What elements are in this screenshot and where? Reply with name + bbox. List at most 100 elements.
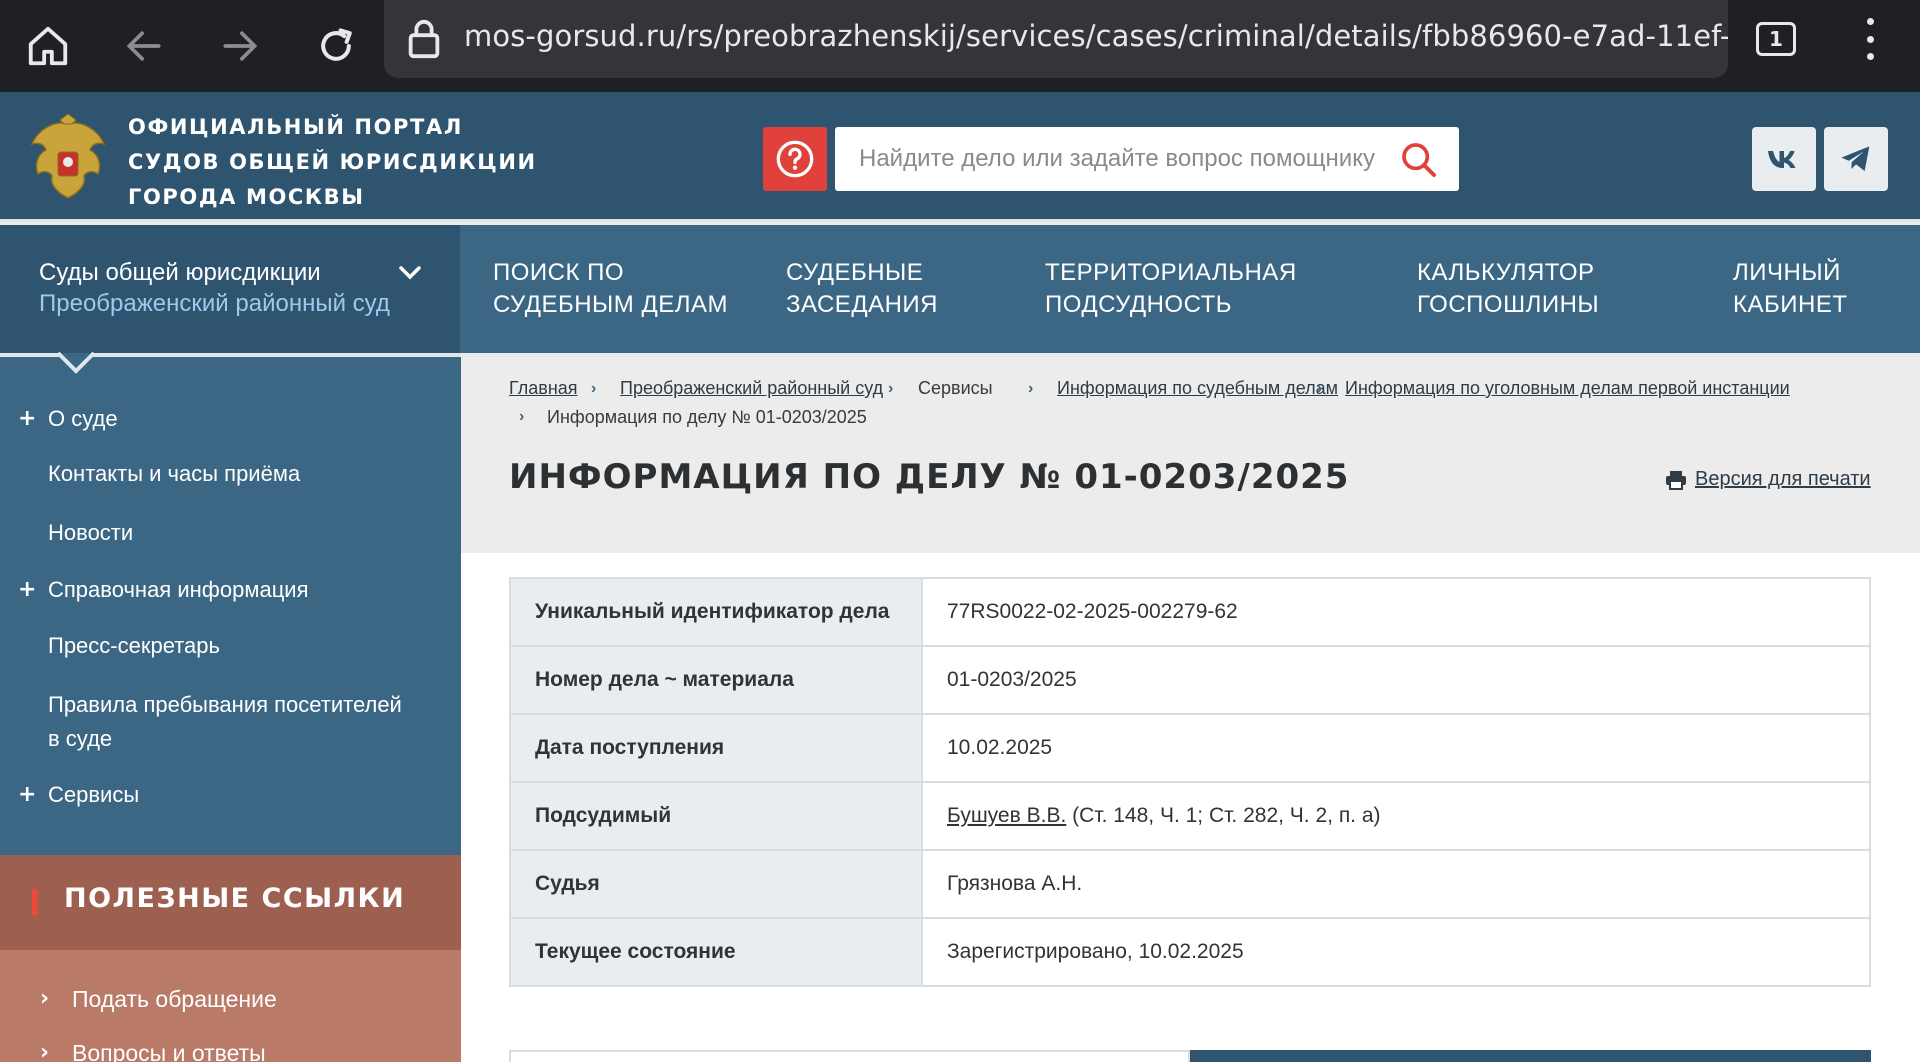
printer-icon	[1666, 470, 1686, 490]
home-icon[interactable]	[12, 10, 84, 82]
useful-links-header: ПОЛЕЗНЫЕ ССЫЛКИ	[0, 855, 461, 950]
accent-bar	[32, 889, 38, 915]
table-row: Номер дела ~ материала 01-0203/2025	[509, 645, 1871, 715]
content-tab[interactable]	[509, 1050, 1190, 1062]
sidebar-item-press[interactable]: Пресс-секретарь	[48, 629, 220, 663]
main-content: Главная › Преображенский районный суд › …	[461, 353, 1920, 1062]
case-field-label: Дата поступления	[509, 713, 923, 783]
nav-label: ЗАСЕДАНИЯ	[786, 291, 938, 318]
case-field-label: Подсудимый	[509, 781, 923, 851]
defendant-link[interactable]: Бушуев В.В.	[947, 804, 1066, 827]
case-field-label: Номер дела ~ материала	[509, 645, 923, 715]
table-row: Подсудимый Бушуев В.В. (Ст. 148, Ч. 1; С…	[509, 781, 1871, 851]
breadcrumb-court[interactable]: Преображенский районный суд	[620, 373, 883, 403]
url-text: mos-gorsud.ru/rs/preobrazhenskij/service…	[464, 19, 1728, 53]
breadcrumb-current: Информация по делу № 01-0203/2025	[547, 407, 867, 427]
court-selector-label: Суды общей юрисдикции	[39, 259, 321, 286]
chevron-right-icon: ›	[40, 1040, 50, 1062]
chevron-down-icon[interactable]	[398, 265, 422, 285]
case-field-label: Судья	[509, 849, 923, 919]
case-field-value: 10.02.2025	[921, 713, 1871, 783]
sidebar-item-visitor-rules-line2[interactable]: в суде	[48, 722, 112, 756]
link-submit-appeal[interactable]: Подать обращение	[72, 986, 277, 1013]
portal-title[interactable]: ОФИЦИАЛЬНЫЙ ПОРТАЛ СУДОВ ОБЩЕЙ ЮРИСДИКЦИ…	[128, 110, 537, 215]
sidebar-item-services[interactable]: Сервисы	[48, 778, 139, 812]
court-selector-value: Преображенский районный суд	[39, 290, 390, 317]
more-menu-icon[interactable]	[1858, 18, 1882, 60]
lock-icon	[406, 18, 442, 64]
court-selector[interactable]: Суды общей юрисдикции Преображенский рай…	[0, 225, 460, 353]
reload-icon[interactable]	[300, 10, 372, 82]
portal-title-line: ГОРОДА МОСКВЫ	[128, 185, 365, 209]
portal-title-line: СУДОВ ОБЩЕЙ ЮРИСДИКЦИИ	[128, 150, 537, 174]
table-row: Судья Грязнова А.Н.	[509, 849, 1871, 919]
case-field-value: Бушуев В.В. (Ст. 148, Ч. 1; Ст. 282, Ч. …	[921, 781, 1871, 851]
table-row: Текущее состояние Зарегистрировано, 10.0…	[509, 917, 1871, 987]
chevron-right-icon: ›	[40, 986, 50, 1011]
case-field-value: 01-0203/2025	[921, 645, 1871, 715]
sidebar-item-reference[interactable]: Справочная информация	[48, 573, 309, 607]
nav-fee-calculator[interactable]: КАЛЬКУЛЯТОР ГОСПОШЛИНЫ	[1417, 257, 1599, 321]
nav-jurisdiction[interactable]: ТЕРРИТОРИАЛЬНАЯ ПОДСУДНОСТЬ	[1045, 257, 1297, 321]
nav-label: СУДЕБНЫМ ДЕЛАМ	[493, 291, 728, 318]
nav-label: ПОДСУДНОСТЬ	[1045, 291, 1233, 318]
nav-case-search[interactable]: ПОИСК ПО СУДЕБНЫМ ДЕЛАМ	[493, 257, 728, 321]
expand-plus-icon[interactable]: +	[18, 778, 36, 812]
coat-of-arms-logo[interactable]	[24, 113, 112, 208]
telegram-icon	[1841, 146, 1870, 171]
forward-arrow-icon[interactable]	[204, 10, 276, 82]
breadcrumb-criminal-cases[interactable]: Информация по уголовным делам первой инс…	[1345, 373, 1790, 403]
breadcrumb-case-info[interactable]: Информация по судебным делам	[1057, 373, 1338, 403]
page-title: ИНФОРМАЦИЯ ПО ДЕЛУ № 01-0203/2025	[509, 457, 1350, 497]
chevron-right-icon: ›	[888, 380, 894, 397]
telegram-button[interactable]	[1824, 127, 1888, 191]
defendant-articles: (Ст. 148, Ч. 1; Ст. 282, Ч. 2, п. а)	[1066, 804, 1381, 827]
nav-label: ЛИЧНЫЙ	[1733, 259, 1841, 286]
case-field-value: Грязнова А.Н.	[921, 849, 1871, 919]
tab-switcher-button[interactable]: 1	[1756, 22, 1796, 56]
case-field-label: Текущее состояние	[509, 917, 923, 987]
table-row: Уникальный идентификатор дела 77RS0022-0…	[509, 577, 1871, 647]
case-field-value: 77RS0022-02-2025-002279-62	[921, 577, 1871, 647]
portal-title-line: ОФИЦИАЛЬНЫЙ ПОРТАЛ	[128, 115, 463, 139]
nav-personal-account[interactable]: ЛИЧНЫЙ КАБИНЕТ	[1733, 257, 1848, 321]
chevron-right-icon: ›	[1028, 380, 1034, 397]
chevron-right-icon: ›	[519, 408, 525, 425]
back-arrow-icon[interactable]	[108, 10, 180, 82]
question-icon	[776, 140, 814, 178]
content-tab[interactable]	[1190, 1050, 1871, 1062]
main-navigation: Суды общей юрисдикции Преображенский рай…	[0, 225, 1920, 353]
sidebar-item-news[interactable]: Новости	[48, 516, 133, 550]
table-row: Дата поступления 10.02.2025	[509, 713, 1871, 783]
nav-label: ПОИСК ПО	[493, 259, 625, 286]
page-header-area: Главная › Преображенский районный суд › …	[461, 353, 1920, 553]
chevron-right-icon: ›	[1317, 380, 1323, 397]
vk-icon	[1768, 151, 1796, 168]
address-bar[interactable]: mos-gorsud.ru/rs/preobrazhenskij/service…	[384, 0, 1728, 78]
nav-court-sessions[interactable]: СУДЕБНЫЕ ЗАСЕДАНИЯ	[786, 257, 938, 321]
sidebar-item-contacts[interactable]: Контакты и часы приёма	[48, 457, 300, 491]
expand-plus-icon[interactable]: +	[18, 402, 36, 436]
breadcrumb-services: Сервисы	[918, 378, 993, 398]
vk-button[interactable]	[1752, 127, 1816, 191]
site-header: ОФИЦИАЛЬНЫЙ ПОРТАЛ СУДОВ ОБЩЕЙ ЮРИСДИКЦИ…	[0, 92, 1920, 222]
help-assistant-button[interactable]	[763, 127, 827, 191]
useful-links-title: ПОЛЕЗНЫЕ ССЫЛКИ	[64, 883, 406, 914]
nav-label: ТЕРРИТОРИАЛЬНАЯ	[1045, 259, 1297, 286]
sidebar: + О суде Контакты и часы приёма Новости …	[0, 357, 461, 855]
link-faq[interactable]: Вопросы и ответы	[72, 1040, 266, 1062]
search-input[interactable]	[835, 127, 1395, 191]
expand-plus-icon[interactable]: +	[18, 573, 36, 607]
case-field-label: Уникальный идентификатор дела	[509, 577, 923, 647]
nav-label: КАЛЬКУЛЯТОР	[1417, 259, 1595, 286]
case-field-value: Зарегистрировано, 10.02.2025	[921, 917, 1871, 987]
breadcrumb-home[interactable]: Главная	[509, 373, 578, 403]
search-icon[interactable]	[1399, 140, 1439, 184]
sidebar-item-visitor-rules[interactable]: Правила пребывания посетителей	[48, 688, 402, 722]
browser-toolbar: mos-gorsud.ru/rs/preobrazhenskij/service…	[0, 0, 1920, 92]
sidebar-item-about[interactable]: О суде	[48, 402, 118, 436]
print-version-link[interactable]: Версия для печати	[1665, 468, 1871, 491]
case-info-table: Уникальный идентификатор дела 77RS0022-0…	[509, 577, 1871, 987]
nav-label: КАБИНЕТ	[1733, 291, 1848, 318]
chevron-right-icon: ›	[591, 380, 597, 397]
